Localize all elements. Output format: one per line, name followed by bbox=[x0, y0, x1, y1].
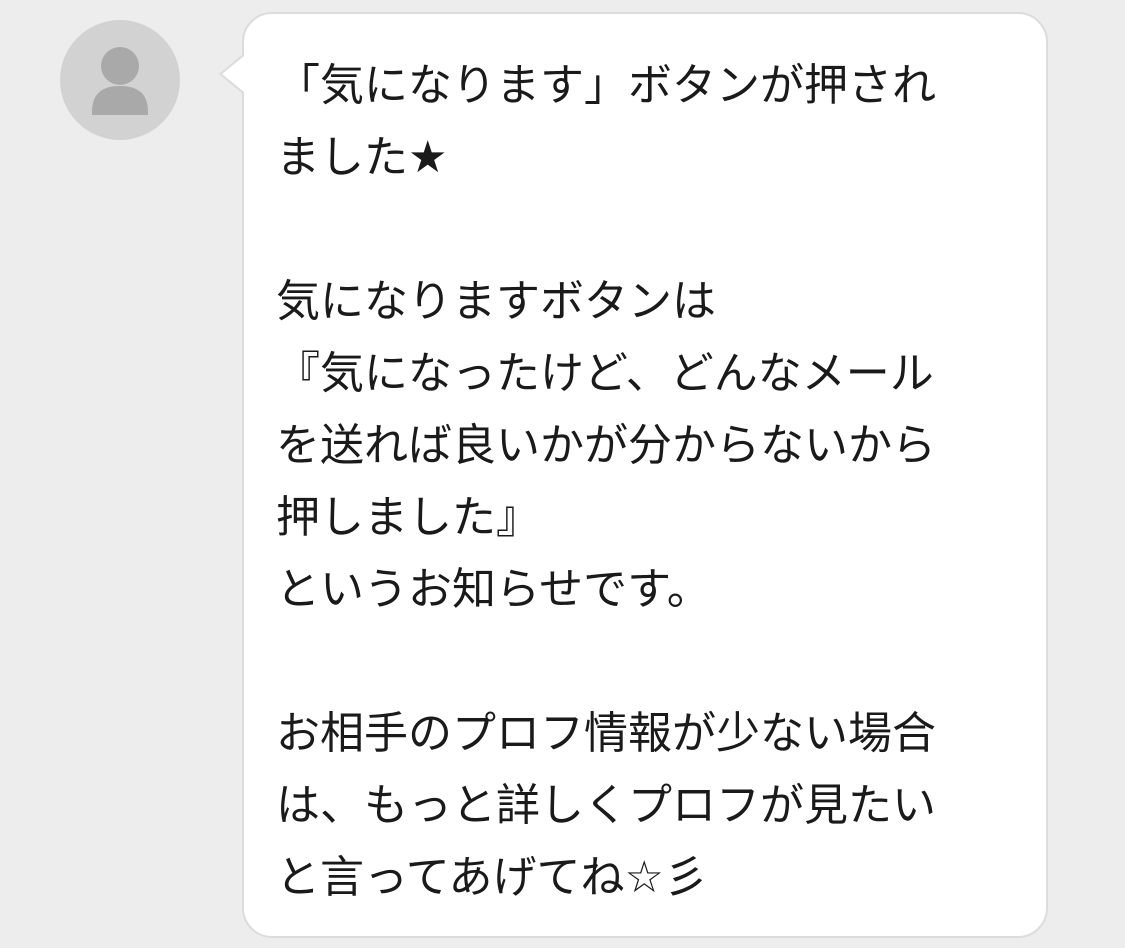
message-line: 『気になったけど、どんなメール bbox=[276, 348, 934, 399]
message-line: と言ってあげてね☆彡 bbox=[276, 852, 708, 903]
message-bubble[interactable]: 「気になります」ボタンが押され ました★ 気になりますボタンは 『気になったけど… bbox=[242, 12, 1048, 938]
message-line: ました★ bbox=[276, 132, 448, 183]
bubble-tail bbox=[222, 56, 244, 92]
message-line: 押しました』 bbox=[276, 492, 540, 543]
message-line: は、もっと詳しくプロフが見たい bbox=[276, 780, 936, 831]
message-line: お相手のプロフ情報が少ない場合 bbox=[276, 708, 936, 759]
message-line: というお知らせです。 bbox=[276, 564, 711, 615]
message-line: 気になりますボタンは bbox=[276, 276, 716, 327]
person-silhouette-icon bbox=[92, 47, 148, 115]
sender-avatar[interactable] bbox=[60, 20, 180, 140]
message-line: 「気になります」ボタンが押され bbox=[276, 60, 936, 111]
message-line: を送れば良いかが分からないから bbox=[276, 420, 936, 471]
